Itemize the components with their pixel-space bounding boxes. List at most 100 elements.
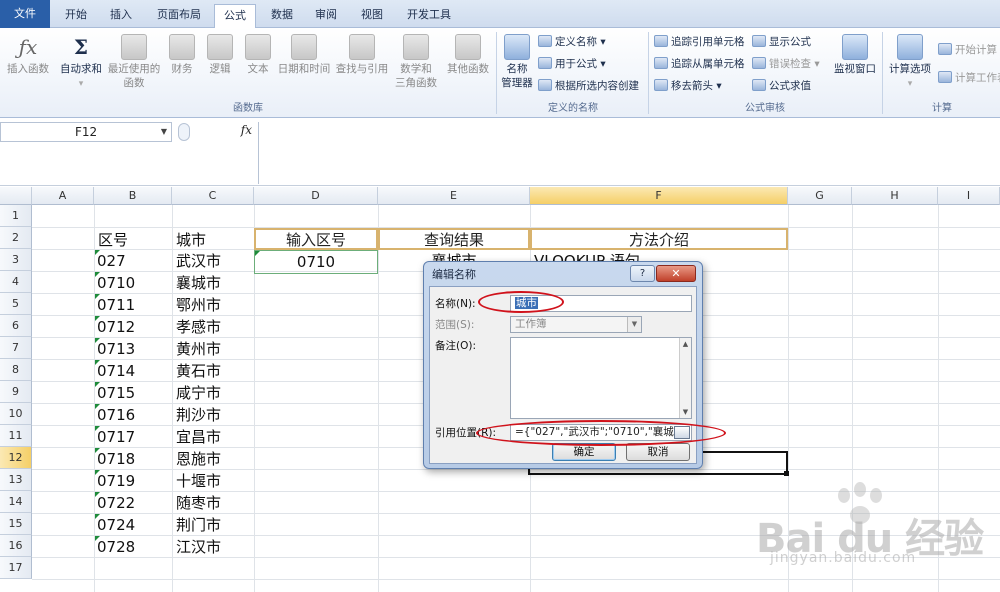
row-header-12[interactable]: 12 — [0, 447, 32, 469]
city-cell[interactable]: 黄州市 — [176, 338, 221, 360]
recent-functions-button[interactable]: 最近使用的 函数 — [106, 34, 162, 90]
row-header-14[interactable]: 14 — [0, 491, 32, 513]
row-header-1[interactable]: 1 — [0, 205, 32, 227]
row-header-15[interactable]: 15 — [0, 513, 32, 535]
cell-d3-input[interactable]: 0710 — [254, 250, 378, 274]
city-cell[interactable]: 荆门市 — [176, 514, 221, 536]
math-trig-button[interactable]: 数学和 三角函数 — [392, 34, 440, 90]
city-cell[interactable]: 随枣市 — [176, 492, 221, 514]
row-header-7[interactable]: 7 — [0, 337, 32, 359]
city-cell[interactable]: 黄石市 — [176, 360, 221, 382]
tab-insert[interactable]: 插入 — [102, 4, 140, 28]
code-cell[interactable]: 027 — [97, 250, 126, 272]
tab-formulas[interactable]: 公式 — [214, 4, 256, 29]
tab-developer[interactable]: 开发工具 — [400, 4, 458, 28]
use-in-formula-button[interactable]: 用于公式 ▾ — [538, 54, 606, 74]
column-header-i[interactable]: I — [938, 187, 1000, 205]
column-header-e[interactable]: E — [378, 187, 530, 205]
code-cell[interactable]: 0713 — [97, 338, 135, 360]
logical-button[interactable]: 逻辑 — [204, 34, 236, 76]
city-cell[interactable]: 十堰市 — [176, 470, 221, 492]
row-header-13[interactable]: 13 — [0, 469, 32, 491]
calc-options-button[interactable]: 计算选项 ▾ — [886, 34, 934, 91]
column-header-b[interactable]: B — [94, 187, 172, 205]
code-cell[interactable]: 0722 — [97, 492, 135, 514]
code-cell[interactable]: 0718 — [97, 448, 135, 470]
calc-sheet-button[interactable]: 计算工作表 — [938, 68, 1000, 88]
scroll-up-icon[interactable]: ▲ — [680, 338, 691, 350]
chevron-down-icon[interactable]: ▼ — [161, 123, 167, 141]
column-header-c[interactable]: C — [172, 187, 254, 205]
name-manager-button[interactable]: 名称 管理器 — [500, 34, 534, 90]
autosum-button[interactable]: Σ 自动求和 ▾ — [58, 34, 104, 91]
code-cell[interactable]: 0710 — [97, 272, 135, 294]
fill-handle[interactable] — [784, 471, 789, 476]
tab-data[interactable]: 数据 — [264, 4, 300, 28]
insert-function-fx-icon[interactable]: fx — [241, 123, 252, 137]
tab-file[interactable]: 文件 — [0, 0, 50, 28]
row-header-16[interactable]: 16 — [0, 535, 32, 557]
code-cell[interactable]: 0712 — [97, 316, 135, 338]
column-header-h[interactable]: H — [852, 187, 938, 205]
remove-arrows-button[interactable]: 移去箭头 ▾ — [654, 76, 722, 96]
name-box[interactable]: F12 ▼ — [0, 122, 172, 142]
cell-d2-header[interactable]: 输入区号 — [254, 228, 378, 250]
define-name-button[interactable]: 定义名称 ▾ — [538, 32, 606, 52]
row-header-17[interactable]: 17 — [0, 557, 32, 579]
watch-window-button[interactable]: 监视窗口 — [832, 34, 878, 76]
code-cell[interactable]: 0717 — [97, 426, 135, 448]
trace-precedents-button[interactable]: 追踪引用单元格 — [654, 32, 745, 52]
cancel-button[interactable]: 取消 — [626, 443, 690, 461]
datetime-button[interactable]: 日期和时间 — [276, 34, 332, 76]
formula-input[interactable] — [258, 122, 1000, 184]
text-button[interactable]: 文本 — [242, 34, 274, 76]
scope-select[interactable]: 工作簿 ▼ — [510, 316, 642, 333]
row-header-4[interactable]: 4 — [0, 271, 32, 293]
row-header-11[interactable]: 11 — [0, 425, 32, 447]
lookup-button[interactable]: 查找与引用 — [334, 34, 390, 76]
trace-dependents-button[interactable]: 追踪从属单元格 — [654, 54, 745, 74]
city-cell[interactable]: 鄂州市 — [176, 294, 221, 316]
cell-e2-header[interactable]: 查询结果 — [378, 228, 530, 250]
city-cell[interactable]: 襄城市 — [176, 272, 221, 294]
scroll-down-icon[interactable]: ▼ — [680, 406, 691, 418]
code-cell[interactable]: 0715 — [97, 382, 135, 404]
show-formulas-button[interactable]: 显示公式 — [752, 32, 811, 52]
tab-home[interactable]: 开始 — [58, 4, 94, 28]
help-button[interactable]: ? — [630, 265, 655, 282]
code-cell[interactable]: 0716 — [97, 404, 135, 426]
column-header-a[interactable]: A — [32, 187, 94, 205]
create-from-selection-button[interactable]: 根据所选内容创建 — [538, 76, 639, 96]
column-header-f[interactable]: F — [530, 187, 788, 205]
code-cell[interactable]: 0719 — [97, 470, 135, 492]
tab-review[interactable]: 审阅 — [308, 4, 344, 28]
row-header-6[interactable]: 6 — [0, 315, 32, 337]
city-cell[interactable]: 咸宁市 — [176, 382, 221, 404]
row-header-10[interactable]: 10 — [0, 403, 32, 425]
cell-f2-header[interactable]: 方法介绍 — [530, 228, 788, 250]
evaluate-formula-button[interactable]: 公式求值 — [752, 76, 811, 96]
row-header-5[interactable]: 5 — [0, 293, 32, 315]
tab-page-layout[interactable]: 页面布局 — [150, 4, 208, 28]
expand-handle-icon[interactable] — [178, 123, 190, 141]
row-header-3[interactable]: 3 — [0, 249, 32, 271]
city-cell[interactable]: 孝感市 — [176, 316, 221, 338]
more-functions-button[interactable]: 其他函数 — [444, 34, 492, 76]
city-cell[interactable]: 恩施市 — [176, 448, 221, 470]
comment-scrollbar[interactable]: ▲ ▼ — [679, 338, 691, 418]
row-header-2[interactable]: 2 — [0, 227, 32, 249]
close-button[interactable]: ✕ — [656, 265, 696, 282]
select-all-corner[interactable] — [0, 187, 32, 205]
tab-view[interactable]: 视图 — [354, 4, 390, 28]
insert-function-button[interactable]: ƒx 插入函数 — [4, 34, 52, 76]
cell-b2[interactable]: 区号 — [98, 229, 128, 251]
city-cell[interactable]: 荆沙市 — [176, 404, 221, 426]
comment-textarea[interactable]: ▲ ▼ — [510, 337, 692, 419]
error-checking-button[interactable]: 错误检查 ▾ — [752, 54, 820, 74]
code-cell[interactable]: 0724 — [97, 514, 135, 536]
cell-c2[interactable]: 城市 — [176, 229, 206, 251]
financial-button[interactable]: 财务 — [166, 34, 198, 76]
code-cell[interactable]: 0711 — [97, 294, 135, 316]
city-cell[interactable]: 宜昌市 — [176, 426, 221, 448]
row-header-9[interactable]: 9 — [0, 381, 32, 403]
